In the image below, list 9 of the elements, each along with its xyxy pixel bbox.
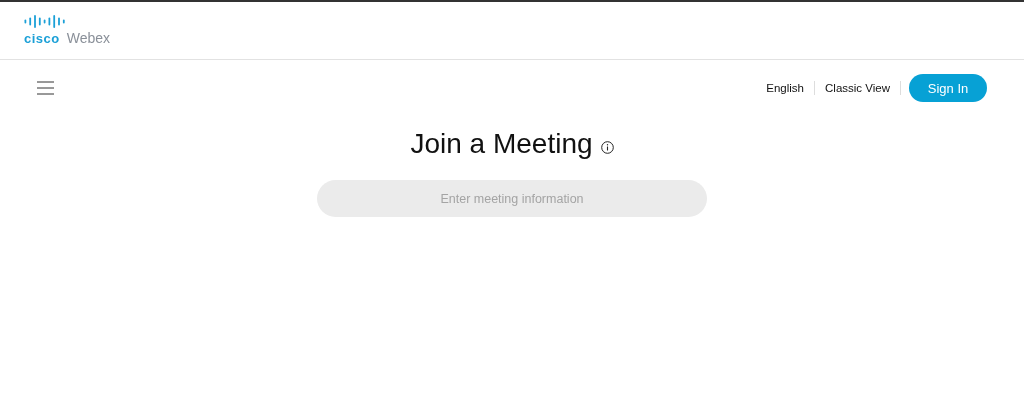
- info-icon[interactable]: [600, 140, 614, 154]
- brand-logo-text: cisco: [24, 31, 60, 46]
- product-name: Webex: [66, 30, 111, 46]
- meeting-info-field[interactable]: Enter meeting information: [317, 180, 707, 217]
- logo-bars-icon: [24, 15, 66, 28]
- menu-icon[interactable]: [37, 81, 54, 95]
- nav-link[interactable]: Classic View: [815, 82, 900, 94]
- nav-link[interactable]: English: [756, 82, 814, 94]
- page-title: Join a Meeting: [410, 128, 593, 160]
